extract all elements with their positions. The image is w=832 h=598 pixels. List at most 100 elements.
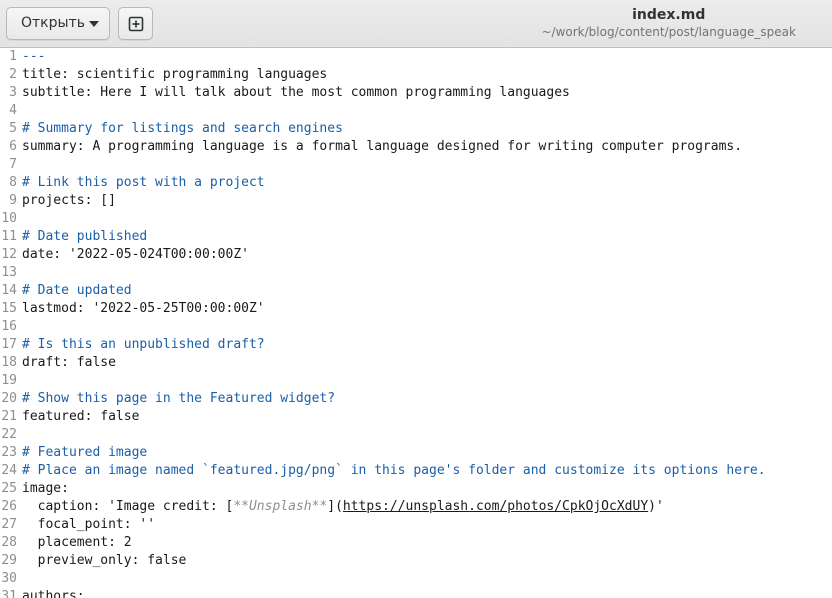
code-text: # Show this page in the Featured widget? [22,391,336,406]
code-text: projects: [] [22,193,116,208]
code-line[interactable]: 15 lastmod: '2022-05-25T00:00:00Z' [0,300,766,318]
text-editor-window: Открыть index.md ~/work/blog/content/pos… [0,0,832,598]
code-line[interactable]: 1 --- [0,48,766,66]
code-text: image: [22,481,69,496]
line-number: 12 [1,247,17,262]
code-text: authors: [22,589,85,598]
code-line[interactable]: 5 # Summary for listings and search engin… [0,120,766,138]
code-text: # Summary for listings and search engine… [22,121,343,136]
line-number: 1 [9,49,17,64]
line-number: 6 [9,139,17,154]
line-number: 19 [1,373,17,388]
code-text: summary: A programming language is a for… [22,139,743,154]
code-text: # Link this post with a project [22,175,265,190]
code-link[interactable]: https://unsplash.com/photos/CpkOjOcXdUY [343,499,648,514]
line-number: 27 [1,517,17,532]
editor-area[interactable]: 1 --- 2 title: scientific programming langu… [0,48,832,598]
code-text: draft: false [22,355,116,370]
line-number: 5 [9,121,17,136]
code-line[interactable]: 10 [0,210,766,228]
code-line[interactable]: 18 draft: false [0,354,766,372]
code-text: # Place an image named `featured.jpg/png… [22,463,766,478]
line-number: 8 [9,175,17,190]
line-number: 4 [9,103,17,118]
line-number: 3 [9,85,17,100]
open-button-label: Открыть [21,15,85,31]
line-number: 2 [9,67,17,82]
line-number: 16 [1,319,17,334]
code-line[interactable]: 2 title: scientific programming languages [0,66,766,84]
line-number: 9 [9,193,17,208]
code-text: placement: 2 [22,535,132,550]
code-text: preview_only: false [22,553,187,568]
window-title: index.md [632,7,706,23]
code-line[interactable]: 31 authors: [0,588,766,598]
code-text: ]( [327,499,343,514]
code-line[interactable]: 16 [0,318,766,336]
window-subtitle: ~/work/blog/content/post/language_speak [541,25,796,39]
line-number: 14 [1,283,17,298]
code-line[interactable]: 26 caption: 'Image credit: [**Unsplash**… [0,498,766,516]
code-line[interactable]: 8 # Link this post with a project [0,174,766,192]
code-line[interactable]: 3 subtitle: Here I will talk about the mo… [0,84,766,102]
code-text: --- [22,49,46,64]
line-number: 31 [1,589,17,598]
code-line[interactable]: 29 preview_only: false [0,552,766,570]
code-line[interactable]: 30 [0,570,766,588]
line-number: 22 [1,427,17,442]
header-bar: Открыть index.md ~/work/blog/content/pos… [0,0,832,48]
code-text: # Date published [22,229,148,244]
line-number: 11 [1,229,17,244]
code-line[interactable]: 27 focal_point: '' [0,516,766,534]
code-text: subtitle: Here I will talk about the mos… [22,85,570,100]
code-text: title: scientific programming languages [22,67,328,82]
code-line[interactable]: 28 placement: 2 [0,534,766,552]
new-document-button[interactable] [118,7,153,40]
line-number: 30 [1,571,17,586]
line-number: 26 [1,499,17,514]
open-button[interactable]: Открыть [6,7,110,40]
line-number: 23 [1,445,17,460]
line-number: 28 [1,535,17,550]
line-number: 24 [1,463,17,478]
code-line[interactable]: 14 # Date updated [0,282,766,300]
code-text: focal_point: '' [22,517,156,532]
code-text: date: '2022-05-024T00:00:00Z' [22,247,249,262]
code-text: # Date updated [22,283,132,298]
code-line[interactable]: 4 [0,102,766,120]
code-text: featured: false [22,409,140,424]
code-text: # Featured image [22,445,148,460]
code-line[interactable]: 9 projects: [] [0,192,766,210]
code-line[interactable]: 22 [0,426,766,444]
line-number: 7 [9,157,17,172]
line-number: 10 [1,211,17,226]
code-line[interactable]: 21 featured: false [0,408,766,426]
markdown-emphasis: **Unsplash** [233,499,328,514]
code-text: lastmod: '2022-05-25T00:00:00Z' [22,301,265,316]
code-line[interactable]: 20 # Show this page in the Featured widge… [0,390,766,408]
code-line[interactable]: 6 summary: A programming language is a fo… [0,138,766,156]
line-number: 15 [1,301,17,316]
new-document-icon [128,16,144,32]
line-number: 29 [1,553,17,568]
line-number: 18 [1,355,17,370]
code-line[interactable]: 19 [0,372,766,390]
code-line[interactable]: 17 # Is this an unpublished draft? [0,336,766,354]
code-text: # Is this an unpublished draft? [22,337,265,352]
line-number: 20 [1,391,17,406]
code-line[interactable]: 12 date: '2022-05-024T00:00:00Z' [0,246,766,264]
code-line[interactable]: 7 [0,156,766,174]
code-line[interactable]: 23 # Featured image [0,444,766,462]
code-line[interactable]: 25 image: [0,480,766,498]
line-number: 25 [1,481,17,496]
code-text: )' [648,499,664,514]
window-title-block: index.md ~/work/blog/content/post/langua… [541,6,796,40]
code-line[interactable]: 13 [0,264,766,282]
code-lines: 1 --- 2 title: scientific programming langu… [0,48,766,598]
chevron-down-icon [89,21,99,27]
code-text: caption: 'Image credit: [ [22,499,234,514]
line-number: 21 [1,409,17,424]
line-number: 17 [1,337,17,352]
code-line[interactable]: 24 # Place an image named `featured.jpg/p… [0,462,766,480]
code-line[interactable]: 11 # Date published [0,228,766,246]
